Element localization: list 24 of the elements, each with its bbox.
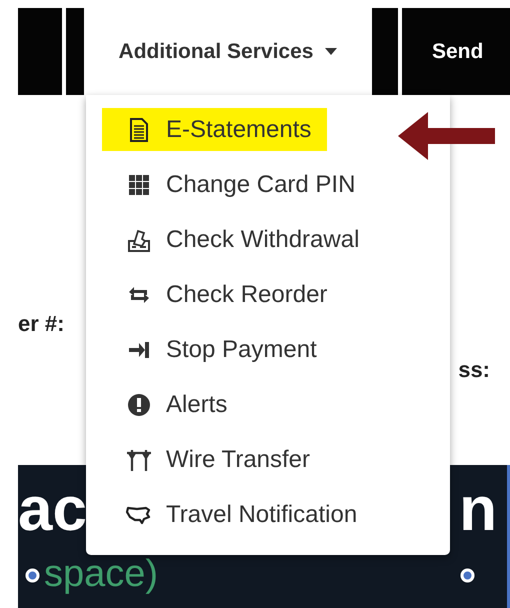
menu-item[interactable]: Travel Notification [102, 493, 374, 536]
exclamation-icon [128, 394, 150, 416]
field-label: ss: [458, 357, 490, 383]
menu-item[interactable]: Check Reorder [102, 273, 344, 316]
nav-tab[interactable]: Additional Services [84, 8, 372, 95]
selection-handle-icon [460, 568, 475, 583]
country-map-icon [126, 504, 152, 524]
field-label: er #: [18, 311, 64, 337]
menu-item[interactable]: Change Card PIN [102, 163, 372, 206]
arrow-to-bar-icon [128, 340, 150, 358]
menu-item[interactable]: Check Withdrawal [102, 218, 376, 261]
menu-item[interactable]: E-Statements [102, 108, 328, 151]
selection-handle-icon [25, 568, 40, 583]
swap-arrows-icon [128, 286, 150, 304]
document-icon [129, 118, 149, 142]
grid-icon [129, 174, 149, 194]
menu-item[interactable]: Wire Transfer [102, 438, 326, 481]
banner-heading: n [459, 480, 497, 546]
menu-item[interactable]: Alerts [102, 383, 244, 426]
banner-heading: ac [18, 480, 87, 546]
transmission-tower-icon [127, 448, 151, 470]
menu-item[interactable]: Stop Payment [102, 328, 333, 371]
banner-subtitle: space) [44, 554, 158, 597]
check-withdrawal-icon [128, 228, 150, 252]
